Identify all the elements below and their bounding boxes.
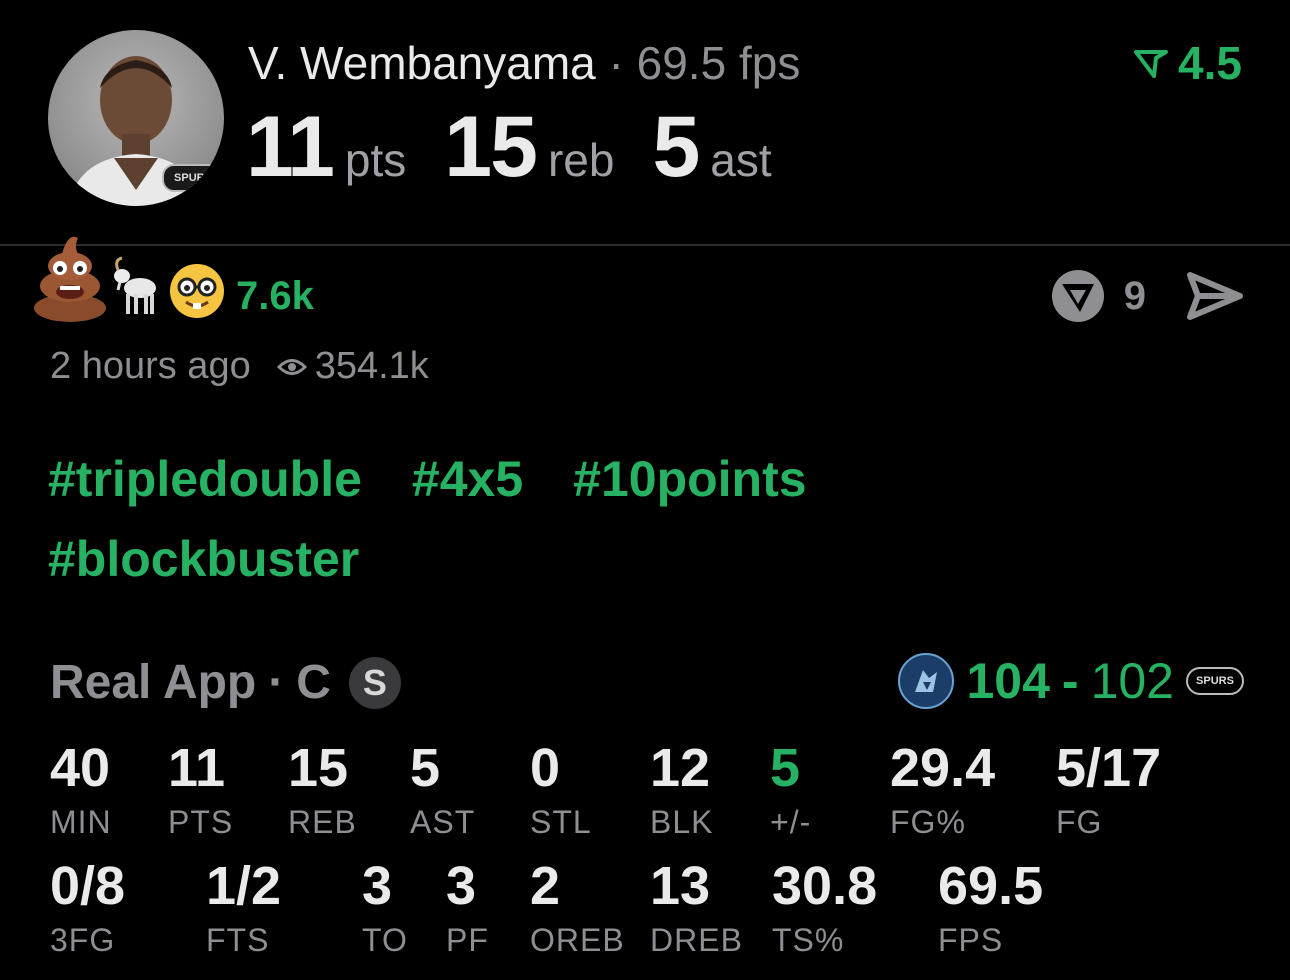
hashtag[interactable]: #10points: [573, 450, 806, 508]
game-score[interactable]: 104 - 102 SPURS: [898, 652, 1244, 710]
stat-label: FTS: [206, 922, 270, 958]
stat-reb: 15 REB: [288, 738, 357, 842]
stat-pf: 3 PF: [446, 856, 489, 960]
assists-value: 5: [652, 99, 700, 195]
player-title-line: V. Wembanyama · 69.5 fps: [248, 36, 800, 90]
post-actions: 9: [1050, 268, 1244, 324]
stat-ts-pct: 30.8 TS%: [772, 856, 877, 960]
stat-value: 5/17: [1056, 738, 1162, 798]
reaction-count[interactable]: 7.6k: [236, 274, 314, 319]
hashtag[interactable]: #4x5: [412, 450, 523, 508]
hashtag[interactable]: #tripledouble: [48, 450, 362, 508]
stat-value: 5: [410, 738, 441, 798]
stat-fg: 5/17 FG: [1056, 738, 1161, 842]
points-value: 11: [246, 99, 335, 195]
stat-ast: 5 AST: [410, 738, 475, 842]
reaction-emojis[interactable]: [32, 230, 226, 322]
stat-value: 2: [530, 856, 561, 916]
stat-value: 30.8: [772, 856, 878, 916]
stat-value: 3: [362, 856, 393, 916]
player-position: C: [296, 656, 331, 709]
share-send-icon[interactable]: [1186, 271, 1244, 321]
points-unit: pts: [344, 134, 407, 186]
stat-dreb: 13 DREB: [650, 856, 743, 960]
away-score: 102: [1090, 653, 1174, 709]
score-dash: -: [1061, 653, 1079, 709]
stat-label: +/-: [770, 804, 812, 840]
stat-pts: 11 PTS: [168, 738, 233, 842]
stat-min: 40 MIN: [50, 738, 112, 842]
real-logo-icon[interactable]: [1050, 268, 1106, 324]
stat-fps: 69.5 FPS: [938, 856, 1043, 960]
stat-label: DREB: [650, 922, 743, 958]
stat-value: 5: [770, 738, 801, 798]
stat-value: 15: [288, 738, 349, 798]
stat-plus-minus: 5 +/-: [770, 738, 811, 842]
post-meta: 2 hours ago 354.1k: [50, 345, 429, 388]
stat-label: AST: [410, 804, 476, 840]
player-name[interactable]: V. Wembanyama: [248, 37, 596, 89]
stat-to: 3 TO: [362, 856, 408, 960]
stat-label: TS%: [772, 922, 845, 958]
view-count: 354.1k: [276, 345, 429, 388]
rebounds-unit: reb: [547, 134, 615, 186]
stat-fts: 1/2 FTS: [206, 856, 281, 960]
app-name: Real App: [50, 656, 257, 709]
title-separator: ·: [608, 37, 624, 89]
rebounds-value: 15: [444, 99, 538, 195]
timberwolves-logo-icon: [898, 653, 955, 709]
stat-value: 3: [446, 856, 477, 916]
stat-label: STL: [530, 804, 592, 840]
stat-value: 0/8: [50, 856, 126, 916]
stat-label: FPS: [938, 922, 1004, 958]
goat-emoji-icon: [114, 256, 156, 314]
stat-label: TO: [362, 922, 408, 958]
stat-label: REB: [288, 804, 357, 840]
hashtag-list: #tripledouble #4x5 #10points #blockbuste…: [48, 450, 1048, 588]
views-value: 354.1k: [314, 345, 429, 387]
headline-stats: 11 pts 15 reb 5 ast: [246, 98, 810, 197]
stat-label: OREB: [530, 922, 625, 958]
stat-blk: 12 BLK: [650, 738, 713, 842]
spurs-logo-icon: SPURS: [1186, 667, 1244, 695]
stat-3fg: 0/8 3FG: [50, 856, 125, 960]
stat-value: 29.4: [890, 738, 996, 798]
player-avatar[interactable]: SPURS: [48, 30, 224, 206]
time-ago: 2 hours ago: [50, 345, 251, 387]
spurs-logo: SPURS: [162, 164, 224, 192]
comment-count[interactable]: 9: [1124, 274, 1146, 319]
boost-value: 4.5: [1178, 37, 1242, 89]
stat-value: 1/2: [206, 856, 282, 916]
boost-arrow-icon: [1134, 50, 1169, 78]
nerd-emoji-icon: [170, 264, 224, 318]
stat-label: BLK: [650, 804, 714, 840]
stat-label: FG%: [890, 804, 966, 840]
stat-label: PF: [446, 922, 489, 958]
stat-fg-pct: 29.4 FG%: [890, 738, 995, 842]
assists-unit: ast: [710, 134, 772, 186]
stat-value: 11: [168, 738, 226, 798]
stat-value: 13: [650, 856, 711, 916]
stat-value: 0: [530, 738, 561, 798]
stat-value: 69.5: [938, 856, 1044, 916]
stat-label: PTS: [168, 804, 234, 840]
stat-oreb: 2 OREB: [530, 856, 625, 960]
stat-label: FG: [1056, 804, 1103, 840]
home-score: 104: [966, 653, 1050, 709]
game-info-line: Real App · C S: [50, 655, 401, 710]
starter-badge: S: [348, 656, 401, 709]
stat-value: 12: [650, 738, 711, 798]
boost-indicator[interactable]: 4.5: [1134, 36, 1242, 90]
stat-label: MIN: [50, 804, 112, 840]
fps-label: 69.5 fps: [636, 37, 801, 89]
poop-emoji-icon: [34, 236, 106, 322]
game-separator: ·: [268, 656, 285, 709]
stat-value: 40: [50, 738, 111, 798]
hashtag[interactable]: #blockbuster: [48, 530, 359, 588]
stat-stl: 0 STL: [530, 738, 592, 842]
eye-icon: [276, 358, 307, 375]
stat-label: 3FG: [50, 922, 116, 958]
